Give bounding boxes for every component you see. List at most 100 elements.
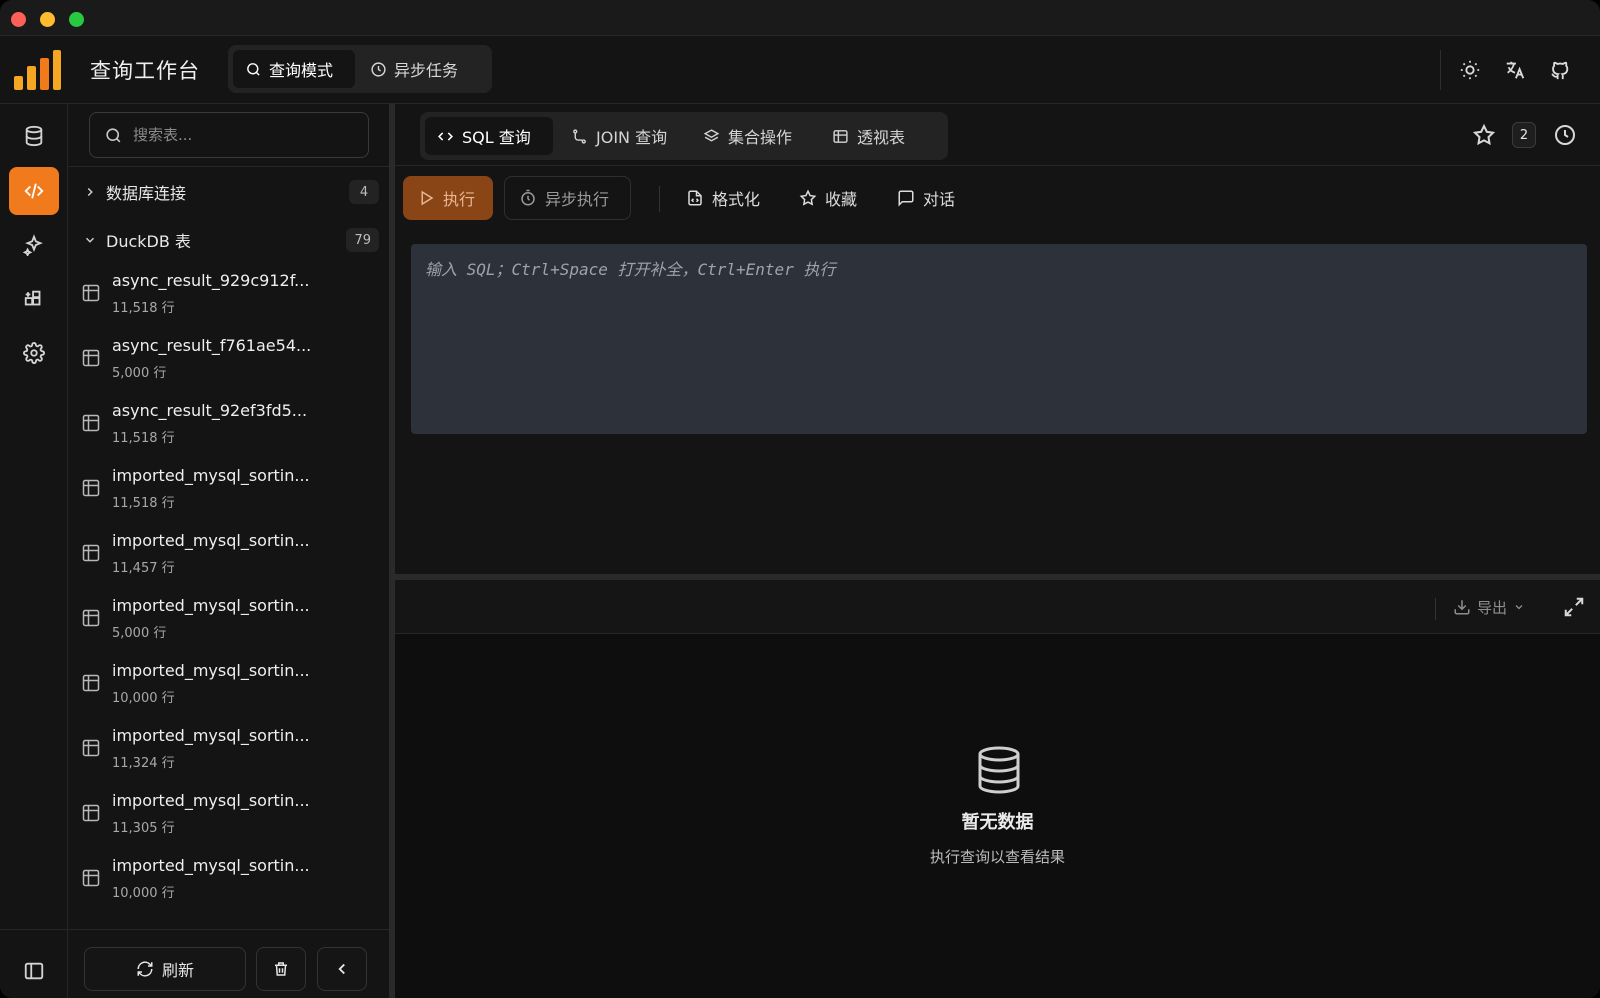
export-button[interactable]: 导出 [1453,595,1525,619]
tab-pivot-table[interactable]: 透视表 [820,117,928,155]
table-row-count: 11,518 行 [112,431,175,446]
mode-query-button[interactable]: 查询模式 [233,50,355,88]
group-count-badge: 4 [349,180,379,204]
tab-join-query[interactable]: JOIN 查询 [559,117,685,155]
table-name: imported_mysql_sortin... [112,661,310,680]
rail-database-button[interactable] [9,112,59,160]
database-icon [25,125,43,147]
empty-state-subtitle: 执行查询以查看结果 [929,848,1065,866]
sidebar-divider [68,166,389,167]
results-panel: 暂无数据 执行查询以查看结果 [395,634,1600,998]
results-toolbar-divider [1435,598,1436,620]
table-list-item[interactable]: imported_mysql_sortin... 5,000 行 [68,587,389,652]
maximize-window-button[interactable] [69,12,84,27]
refresh-icon [137,961,153,977]
table-row-count: 5,000 行 [112,626,167,641]
rail-settings-button[interactable] [9,329,59,377]
expand-icon[interactable] [1563,596,1585,618]
left-rail [0,104,68,998]
format-button[interactable]: 格式化 [672,176,774,220]
gear-icon [23,342,45,364]
format-label: 格式化 [712,190,761,209]
table-list-item[interactable]: async_result_92ef3fd5... 11,518 行 [68,392,389,457]
group-db-connections[interactable]: 数据库连接 4 [83,175,379,209]
table-row-count: 10,000 行 [112,886,175,901]
translate-icon [1506,61,1525,79]
table-icon [82,869,100,887]
table-icon [82,349,100,367]
refresh-label: 刷新 [161,961,194,980]
favorites-star-icon[interactable] [1472,123,1496,147]
chat-button[interactable]: 对话 [883,176,969,220]
code-icon [438,131,453,141]
table-list-item[interactable]: imported_mysql_sortin... 10,000 行 [68,652,389,717]
minimize-window-button[interactable] [40,12,55,27]
close-window-button[interactable] [11,12,26,27]
table-list-item[interactable]: imported_mysql_sortin... 11,305 行 [68,782,389,847]
table-icon [82,674,100,692]
tab-sql-query[interactable]: SQL 查询 [425,117,553,155]
table-list-item[interactable]: imported_mysql_sortin... 10,000 行 [68,847,389,912]
table-name: async_result_f761ae54... [112,336,312,355]
mode-async-button[interactable]: 异步任务 [358,50,484,88]
group-duckdb-tables[interactable]: DuckDB 表 79 [83,223,379,257]
table-name: imported_mysql_sortin... [112,596,310,615]
table-icon [82,414,100,432]
sidebar-footer-divider [68,929,389,930]
sql-editor[interactable] [411,244,1587,434]
mode-async-label: 异步任务 [394,61,459,80]
delete-button[interactable] [256,947,306,991]
run-button[interactable]: 执行 [403,176,493,220]
async-run-button[interactable]: 异步执行 [504,176,631,220]
rail-query-button[interactable] [9,167,59,215]
table-row-count: 11,457 行 [112,561,175,576]
rail-ai-button[interactable] [9,221,59,269]
tab-label: 透视表 [857,128,906,147]
sidebar-toggle-icon [24,962,44,980]
grid-plus-icon [24,290,41,306]
mode-query-label: 查询模式 [269,61,334,80]
table-icon [82,739,100,757]
app-logo-icon [14,50,61,90]
app-window: 查询工作台 查询模式 异步任务 搜索表... 数据库连接 4 DuckDB 表 … [0,0,1600,998]
sql-editor-input[interactable] [411,244,1587,434]
github-button[interactable] [1548,58,1572,82]
table-icon [82,544,100,562]
empty-state-title: 暂无数据 [961,812,1034,833]
table-list-item[interactable]: async_result_f761ae54... 5,000 行 [68,327,389,392]
results-toolbar: 导出 [395,580,1600,634]
table-search-input[interactable] [133,126,353,144]
favorite-button[interactable]: 收藏 [785,176,871,220]
history-count-badge: 2 [1512,122,1536,148]
rail-extensions-button[interactable] [9,275,59,323]
rail-sidebar-toggle-button[interactable] [9,947,59,995]
language-button[interactable] [1503,58,1527,82]
table-name: async_result_92ef3fd5... [112,401,308,420]
chevron-right-icon [87,187,93,197]
table-search[interactable] [89,112,369,158]
theme-toggle-button[interactable] [1458,58,1482,82]
tab-set-operations[interactable]: 集合操作 [691,117,815,155]
table-list-item[interactable]: imported_mysql_sortin... 11,518 行 [68,457,389,522]
tab-label: 集合操作 [728,128,793,147]
chat-icon [898,190,914,207]
layers-icon [703,128,720,142]
trash-icon [275,962,287,976]
history-clock-icon[interactable] [1553,123,1577,147]
table-list-item[interactable]: imported_mysql_sortin... 11,457 行 [68,522,389,587]
table-icon [82,609,100,627]
query-tabs: SQL 查询 JOIN 查询 集合操作 透视表 [420,112,948,160]
table-sidebar: 数据库连接 4 DuckDB 表 79 async_result_929c912… [68,104,389,998]
table-list-item[interactable]: async_result_929c912f... 11,518 行 [68,262,389,327]
refresh-button[interactable]: 刷新 [84,947,246,991]
table-list: async_result_929c912f... 11,518 行 async_… [68,262,389,912]
collapse-sidebar-button[interactable] [317,947,367,991]
join-icon [573,128,586,144]
main-panel: SQL 查询 JOIN 查询 集合操作 透视表 2 执行 异步执行 格式化 收藏… [395,104,1600,998]
table-list-item[interactable]: imported_mysql_sortin... 11,324 行 [68,717,389,782]
chevron-down-icon [1515,605,1523,610]
table-row-count: 11,518 行 [112,496,175,511]
table-row-count: 11,518 行 [112,301,175,316]
chat-label: 对话 [923,190,956,209]
table-name: imported_mysql_sortin... [112,726,310,745]
